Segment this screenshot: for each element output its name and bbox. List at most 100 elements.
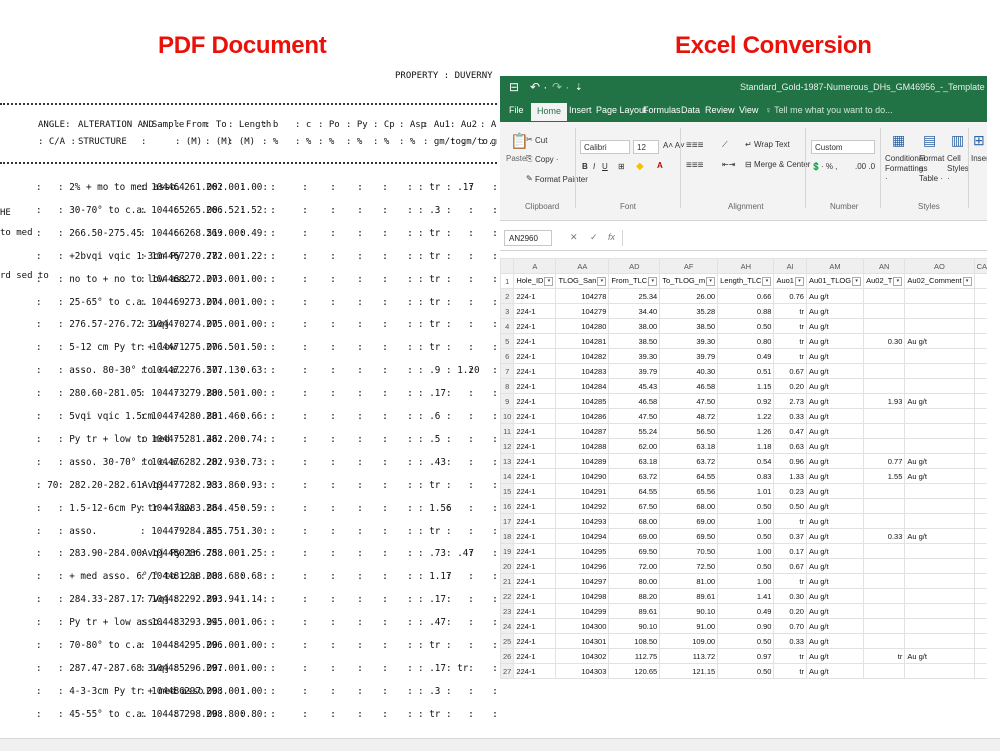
table-cell[interactable]: tr (863, 648, 906, 664)
table-cell[interactable] (904, 303, 975, 319)
row-number[interactable]: 7 (500, 363, 515, 379)
filter-dropdown-icon[interactable]: ▾ (794, 276, 804, 286)
filter-dropdown-icon[interactable]: ▾ (544, 276, 554, 286)
tab-review[interactable]: Review (705, 105, 735, 115)
table-cell[interactable]: 0.51 (717, 363, 775, 379)
table-cell[interactable]: 104284 (555, 378, 610, 394)
table-cell[interactable]: Au g/t (805, 558, 865, 574)
row-number[interactable]: 13 (500, 453, 515, 469)
row-number[interactable]: 11 (500, 423, 515, 439)
table-cell[interactable] (973, 603, 987, 619)
table-cell[interactable]: 63.18 (608, 453, 661, 469)
row-number[interactable]: 10 (500, 408, 515, 424)
row-number[interactable]: 20 (500, 558, 515, 574)
table-cell[interactable]: 0.17 (773, 543, 807, 559)
table-cell[interactable]: 112.75 (608, 648, 661, 664)
table-cell[interactable]: 224-1 (513, 363, 557, 379)
format-painter-button[interactable]: Format Painter (535, 175, 588, 184)
table-cell[interactable]: Au g/t (805, 333, 865, 349)
table-cell[interactable]: 39.30 (608, 348, 661, 364)
customize-toolbar-icon[interactable]: ⇣ (575, 82, 583, 93)
undo-icon[interactable]: ↶ · (530, 80, 547, 94)
table-cell[interactable]: Au g/t (805, 318, 865, 334)
table-cell[interactable]: 104288 (555, 438, 610, 454)
table-cell[interactable]: 224-1 (513, 588, 557, 604)
table-cell[interactable] (973, 453, 987, 469)
table-cell[interactable]: 104293 (555, 513, 610, 529)
table-cell[interactable]: 104299 (555, 603, 610, 619)
table-cell[interactable]: 1.22 (717, 408, 775, 424)
italic-icon[interactable]: I (593, 162, 595, 171)
table-cell[interactable]: 0.23 (773, 483, 807, 499)
table-cell[interactable]: 90.10 (659, 603, 719, 619)
table-cell[interactable]: tr (773, 303, 807, 319)
format-as-table-button[interactable]: Format as Table · (919, 154, 945, 184)
table-cell[interactable]: 25.34 (608, 288, 661, 304)
table-cell[interactable]: 1.00 (717, 543, 775, 559)
table-cell[interactable] (973, 663, 987, 679)
column-header[interactable]: AH (717, 258, 775, 274)
table-cell[interactable]: 104286 (555, 408, 610, 424)
table-cell[interactable]: 0.37 (773, 528, 807, 544)
header-cell[interactable] (973, 273, 987, 289)
table-cell[interactable] (904, 423, 975, 439)
table-cell[interactable]: 224-1 (513, 498, 557, 514)
table-cell[interactable]: 224-1 (513, 393, 557, 409)
table-cell[interactable]: Au g/t (805, 573, 865, 589)
table-cell[interactable]: Au g/t (805, 663, 865, 679)
table-cell[interactable]: 1.41 (717, 588, 775, 604)
fill-color-icon[interactable]: ◆ (636, 161, 644, 172)
table-cell[interactable]: Au g/t (805, 633, 865, 649)
format-painter-icon[interactable]: ✎ (526, 174, 533, 183)
table-cell[interactable] (973, 528, 987, 544)
wrap-text-icon[interactable]: ↵ (745, 140, 752, 149)
table-cell[interactable]: 0.50 (717, 633, 775, 649)
table-cell[interactable]: 104282 (555, 348, 610, 364)
table-cell[interactable]: 0.50 (717, 558, 775, 574)
table-cell[interactable]: 104287 (555, 423, 610, 439)
header-cell[interactable]: Auo1 ▾ (773, 273, 807, 289)
table-cell[interactable]: 224-1 (513, 333, 557, 349)
table-cell[interactable]: 0.66 (717, 288, 775, 304)
table-cell[interactable]: Au g/t (805, 378, 865, 394)
table-cell[interactable]: 0.50 (773, 498, 807, 514)
table-cell[interactable]: Au g/t (805, 588, 865, 604)
header-cell[interactable]: From_TLC ▾ (608, 273, 661, 289)
table-cell[interactable]: 0.50 (717, 498, 775, 514)
table-cell[interactable] (973, 303, 987, 319)
font-color-icon[interactable]: A (657, 161, 663, 170)
cut-button[interactable]: Cut (535, 136, 547, 145)
table-cell[interactable]: 39.30 (659, 333, 719, 349)
table-cell[interactable]: 26.00 (659, 288, 719, 304)
table-cell[interactable]: 47.50 (659, 393, 719, 409)
table-cell[interactable] (973, 438, 987, 454)
table-cell[interactable]: 0.49 (717, 603, 775, 619)
orientation-icon[interactable]: ⟋ (722, 140, 728, 150)
table-cell[interactable] (863, 663, 906, 679)
filter-dropdown-icon[interactable]: ▾ (597, 276, 607, 286)
table-cell[interactable]: 89.61 (608, 603, 661, 619)
table-cell[interactable]: 0.67 (773, 363, 807, 379)
filter-dropdown-icon[interactable]: ▾ (648, 276, 658, 286)
merge-center-icon[interactable]: ⊟ (745, 160, 752, 169)
table-cell[interactable] (904, 438, 975, 454)
header-cell[interactable]: TLOG_San ▾ (555, 273, 610, 289)
table-cell[interactable]: Au g/t (805, 423, 865, 439)
table-cell[interactable] (904, 483, 975, 499)
table-cell[interactable]: Au g/t (805, 543, 865, 559)
table-cell[interactable]: 0.50 (717, 663, 775, 679)
table-cell[interactable]: 69.50 (659, 528, 719, 544)
table-cell[interactable]: 62.00 (608, 438, 661, 454)
table-cell[interactable]: 0.47 (773, 423, 807, 439)
table-cell[interactable]: Au g/t (805, 348, 865, 364)
table-cell[interactable]: 104295 (555, 543, 610, 559)
table-cell[interactable]: Au g/t (904, 468, 975, 484)
column-header[interactable]: AA (555, 258, 610, 274)
row-number[interactable]: 23 (500, 603, 515, 619)
row-number[interactable]: 22 (500, 588, 515, 604)
table-cell[interactable]: 104289 (555, 453, 610, 469)
table-cell[interactable] (904, 408, 975, 424)
table-cell[interactable] (973, 558, 987, 574)
table-cell[interactable]: 224-1 (513, 468, 557, 484)
table-cell[interactable] (863, 303, 906, 319)
